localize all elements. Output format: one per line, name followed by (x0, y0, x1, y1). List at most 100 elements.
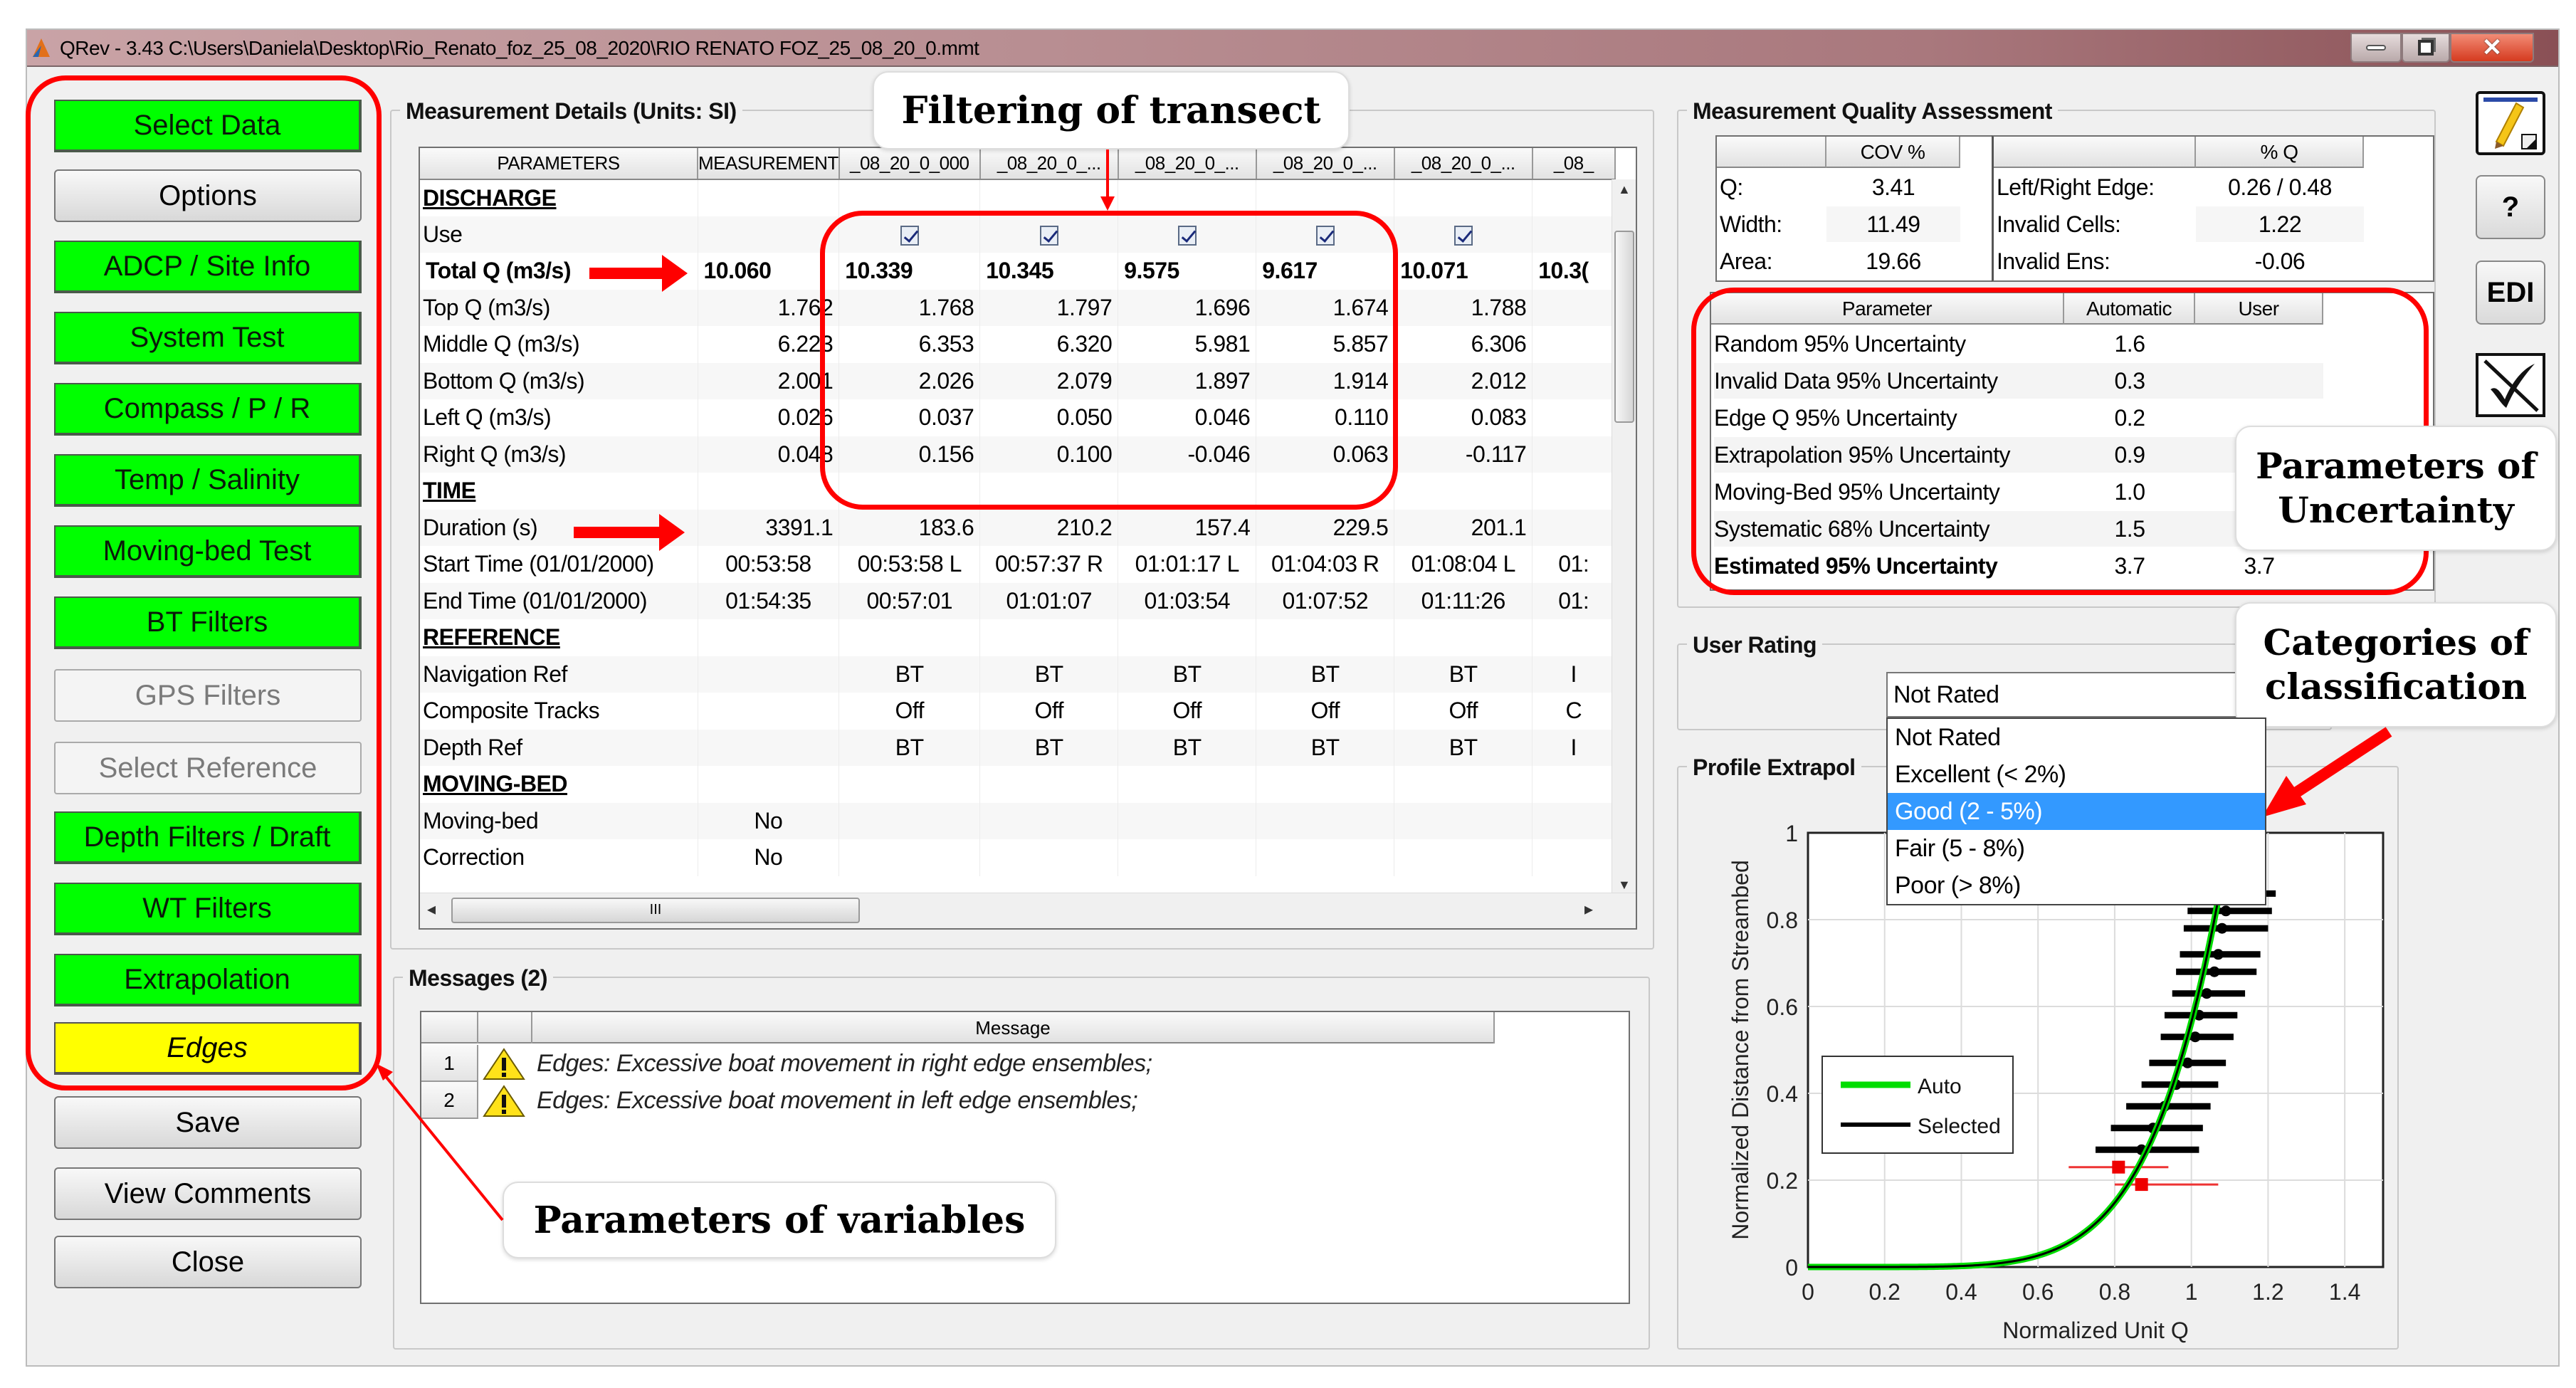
details-horizontal-scrollbar[interactable]: ◂ III ▸ (420, 893, 1636, 928)
table-cell: Off (1256, 693, 1395, 730)
nav-button-depth-filters-draft[interactable]: Depth Filters / Draft (54, 811, 362, 864)
table-cell: -0.046 (1118, 436, 1257, 473)
table-cell: BT (838, 729, 981, 766)
table-cell: 01:08:04 L (1394, 546, 1533, 583)
uncertainty-user[interactable] (2195, 326, 2323, 362)
column-header[interactable]: MEASUREMENT (698, 148, 840, 180)
minimize-button[interactable] (2350, 33, 2402, 63)
message-row[interactable]: 2 Edges: Excessive boat movement in left … (421, 1082, 1495, 1119)
hscroll-thumb[interactable]: III (451, 898, 860, 923)
uncertainty-label: Systematic 68% Uncertainty (1714, 511, 2064, 547)
details-vertical-scrollbar[interactable]: ▲ ▼ (1612, 179, 1636, 895)
table-cell: 201.1 (1394, 509, 1533, 546)
column-header[interactable]: _08_20_0_... (1394, 148, 1533, 180)
nav-button-select-reference[interactable]: Select Reference (54, 742, 362, 794)
x-tick-label: 0.4 (1945, 1279, 1977, 1305)
uncertainty-label: Random 95% Uncertainty (1714, 326, 2064, 362)
x-tick-label: 0.8 (2099, 1279, 2130, 1305)
nav-button-gps-filters[interactable]: GPS Filters (54, 669, 362, 722)
use-checkbox[interactable] (1453, 226, 1473, 246)
nav-button-adcp-site-info[interactable]: ADCP / Site Info (54, 241, 362, 293)
rating-option[interactable]: Fair (5 - 8%) (1888, 830, 2265, 867)
column-header[interactable]: _08_20_0_... (979, 148, 1119, 180)
close-icon: ✕ (2481, 34, 2503, 61)
table-cell: Off (1394, 693, 1533, 730)
nav-button-temp-salinity[interactable]: Temp / Salinity (54, 454, 362, 507)
y-tick-label: 0 (1785, 1255, 1798, 1281)
nav-button-wt-filters[interactable]: WT Filters (54, 883, 362, 935)
scroll-up-icon[interactable]: ▲ (1618, 182, 1631, 197)
nav-button-save[interactable]: Save (54, 1096, 362, 1149)
use-checkbox[interactable] (1315, 226, 1335, 246)
use-checkbox[interactable] (1039, 226, 1058, 246)
uncertainty-label: Invalid Data 95% Uncertainty (1714, 363, 2064, 399)
table-cell (698, 619, 840, 656)
column-header[interactable]: _08_ (1532, 148, 1616, 180)
table-cell (979, 839, 1119, 876)
nav-button-close[interactable]: Close (54, 1236, 362, 1288)
nav-button-compass-p-r[interactable]: Compass / P / R (54, 383, 362, 436)
rating-option[interactable]: Poor (> 8%) (1888, 867, 2265, 904)
nav-button-bt-filters[interactable]: BT Filters (54, 596, 362, 649)
table-cell (1532, 802, 1616, 839)
y-axis-label: Normalized Distance from Streambed (1728, 860, 1753, 1240)
row-label: Composite Tracks (420, 693, 698, 730)
message-number: 1 (421, 1045, 478, 1082)
table-cell (979, 766, 1119, 803)
table-cell (698, 179, 840, 216)
column-header[interactable]: _08_20_0_... (1256, 148, 1395, 180)
nav-button-extrapolation[interactable]: Extrapolation (54, 954, 362, 1006)
scroll-left-icon[interactable]: ◂ (427, 899, 436, 920)
nav-button-edges[interactable]: Edges (54, 1022, 362, 1075)
table-cell (979, 216, 1119, 253)
pctq-value: 0.26 / 0.48 (2196, 169, 2364, 205)
minimize-icon (2366, 45, 2386, 51)
table-cell: 00:53:58 L (838, 546, 981, 583)
table-cell (1394, 766, 1533, 803)
help-button[interactable]: ? (2476, 175, 2545, 239)
table-row: Moving-bed No (420, 802, 1616, 839)
table-cell (1394, 802, 1533, 839)
nav-button-system-test[interactable]: System Test (54, 312, 362, 364)
table-cell (1118, 802, 1257, 839)
uncertainty-auto: 1.6 (2064, 326, 2195, 362)
close-window-button[interactable]: ✕ (2450, 33, 2534, 63)
column-header[interactable]: _08_20_0_000 (838, 148, 981, 180)
table-cell (1532, 326, 1616, 363)
table-cell: 0.050 (979, 399, 1119, 436)
y-tick-label: 0.6 (1767, 994, 1798, 1020)
column-header[interactable]: PARAMETERS (420, 148, 698, 180)
use-checkbox[interactable] (1177, 226, 1197, 246)
table-cell: 229.5 (1256, 509, 1395, 546)
rating-option[interactable]: Good (2 - 5%) (1888, 793, 2265, 830)
user-rating-select[interactable]: Not Rated (1886, 672, 2242, 717)
no-check-button[interactable] (2476, 353, 2545, 417)
scroll-down-icon[interactable]: ▼ (1618, 878, 1631, 893)
table-cell: 0.026 (698, 399, 840, 436)
pctq-value: -0.06 (2196, 243, 2364, 279)
nav-button-view-comments[interactable]: View Comments (54, 1167, 362, 1220)
scroll-right-icon[interactable]: ▸ (1584, 899, 1593, 920)
table-cell: 2.001 (698, 362, 840, 399)
column-header[interactable]: _08_20_0_... (1118, 148, 1257, 180)
scroll-thumb[interactable] (1614, 231, 1634, 423)
rating-option[interactable]: Excellent (< 2%) (1888, 756, 2265, 793)
message-row[interactable]: 1 Edges: Excessive boat movement in right… (421, 1045, 1495, 1082)
window-title: QRev - 3.43 C:\Users\Daniela\Desktop\Rio… (60, 37, 979, 59)
nav-button-select-data[interactable]: Select Data (54, 100, 362, 152)
uncertainty-user[interactable]: 3.7 (2195, 548, 2323, 584)
table-cell: 00:57:01 (838, 582, 981, 619)
rating-option[interactable]: Not Rated (1888, 719, 2265, 756)
x-tick-label: 1.4 (2329, 1279, 2360, 1305)
comment-button[interactable] (2476, 91, 2545, 155)
section-row: DISCHARGE (420, 179, 1616, 216)
edi-button[interactable]: EDI (2476, 261, 2545, 325)
nav-button-moving-bed-test[interactable]: Moving-bed Test (54, 525, 362, 578)
x-tick-label: 1.2 (2252, 1279, 2283, 1305)
uncertainty-user[interactable] (2195, 363, 2323, 399)
nav-button-options[interactable]: Options (54, 169, 362, 222)
table-cell: 9.575 (1118, 253, 1257, 290)
profile-extrapolation-title: Profile Extrapol (1687, 755, 1861, 781)
restore-button[interactable] (2402, 33, 2450, 63)
use-checkbox[interactable] (900, 226, 919, 246)
